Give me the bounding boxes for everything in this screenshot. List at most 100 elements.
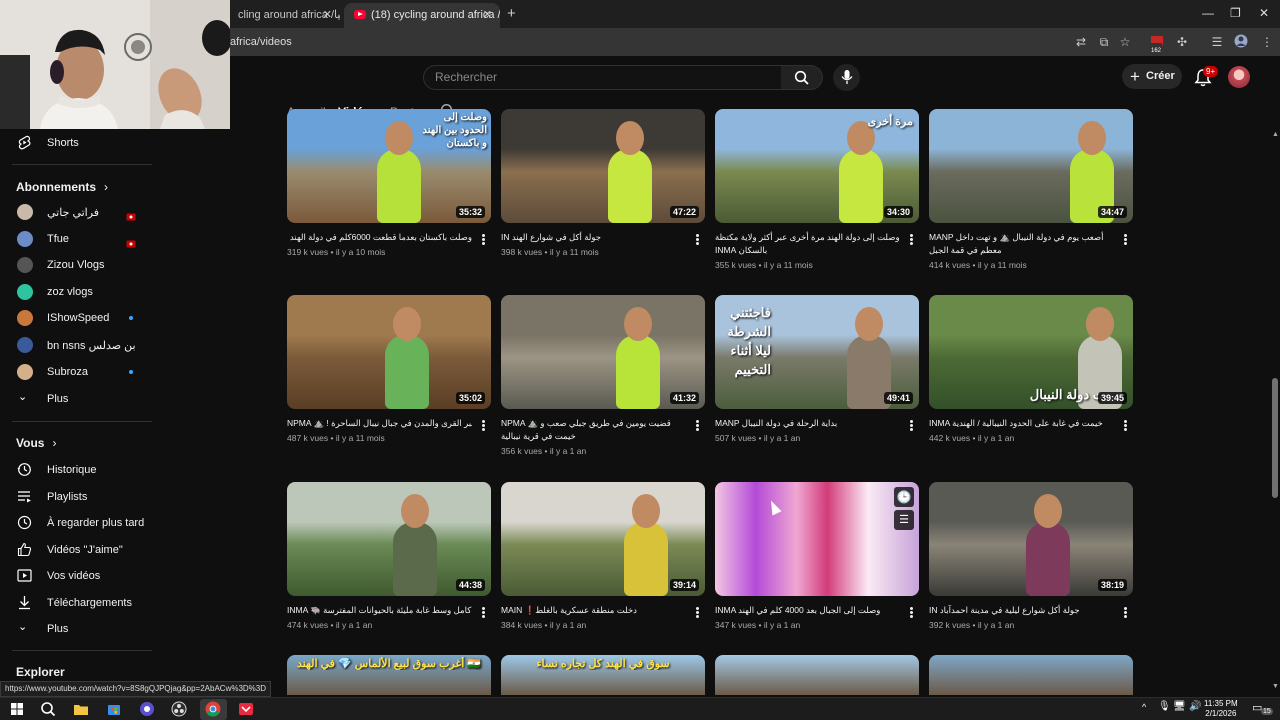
scroll-down-arrow-icon[interactable]: ▼ [1272, 683, 1279, 690]
account-avatar[interactable] [1228, 66, 1250, 88]
webcam-overlay [0, 0, 230, 129]
install-app-icon[interactable]: ⧉ [1096, 34, 1112, 50]
microphone-tray-icon[interactable]: 🎙 [1158, 701, 1171, 712]
video-title[interactable]: INMA وصلت إلى الجبال بعد 4000 كلم في اله… [715, 604, 900, 617]
windows-start-icon[interactable] [8, 700, 26, 718]
app-red-icon[interactable] [237, 700, 255, 718]
video-title[interactable]: جولة أكل في شوارع الهند IN [501, 231, 686, 244]
reading-list-icon[interactable]: ☰ [1209, 34, 1225, 50]
watch-later-icon[interactable]: 🕒 [894, 487, 914, 507]
extension-icon[interactable]: 162 [1149, 34, 1165, 59]
video-title[interactable]: INMA خيمت في غابة على الحدود النيبالية /… [929, 417, 1114, 430]
sidebar-item-history[interactable]: Historique [0, 457, 152, 483]
more-actions-icon[interactable] [696, 234, 699, 245]
video-title[interactable]: وصلت باكستان بعدما قطعت 6000كلم في دولة … [287, 231, 472, 244]
file-explorer-icon[interactable] [72, 700, 90, 718]
add-to-queue-icon[interactable]: ☰ [894, 510, 914, 530]
video-thumbnail[interactable]: 39:14 [501, 482, 705, 596]
video-title[interactable]: NPMA ⛰️ قضيت يومين في طريق جبلي صعب و خي… [501, 417, 686, 443]
obs-icon[interactable] [170, 700, 188, 718]
you-heading[interactable]: Vous › [16, 436, 56, 450]
video-thumbnail[interactable]: ت دولة النيبال 39:45 [929, 295, 1133, 409]
browser-tab-active[interactable]: (18) cycling around africa /يفريقيا ✕ [344, 3, 500, 28]
more-actions-icon[interactable] [910, 607, 913, 618]
system-clock[interactable]: 11:35 PM 2/1/2026 [1204, 699, 1238, 719]
video-thumbnail[interactable]: 34:47 [929, 109, 1133, 223]
sidebar-item-subscription[interactable]: فراتي جاتي [0, 199, 152, 225]
sidebar-item-subscription[interactable]: zoz vlogs [0, 279, 152, 305]
profile-icon[interactable] [1233, 34, 1249, 50]
store-icon[interactable] [105, 700, 123, 718]
more-actions-icon[interactable] [1124, 607, 1127, 618]
video-title[interactable]: INMA 🐃 يوم كامل وسط غابة مليئة بالحيوانا… [287, 604, 472, 617]
app-icon[interactable] [138, 700, 156, 718]
video-title[interactable]: IN جولة أكل شوارع ليلية في مدينة احمدآبا… [929, 604, 1114, 617]
sidebar-item-subscription[interactable]: Zizou Vlogs [0, 252, 152, 278]
video-thumbnail[interactable]: 🕒 ☰ [715, 482, 919, 596]
video-thumbnail[interactable]: 47:22 [501, 109, 705, 223]
video-thumbnail[interactable]: 44:38 [287, 482, 491, 596]
sidebar-item-you-more[interactable]: ⌄ Plus [0, 616, 152, 642]
more-actions-icon[interactable] [482, 607, 485, 618]
video-thumbnail[interactable]: وصلت إلى الحدود بين الهند و باكستان 35:32 [287, 109, 491, 223]
more-actions-icon[interactable] [910, 234, 913, 245]
video-title[interactable]: MAIN ❗دخلت منطقة عسكرية بالغلط [501, 604, 686, 617]
translate-icon[interactable]: ⇄ [1073, 34, 1089, 50]
video-thumbnail-partial[interactable]: سوق في الهند كل تجاره نساء [501, 655, 705, 695]
sidebar-item-subscription[interactable]: Subroza [0, 359, 152, 385]
close-window-icon[interactable]: ✕ [1259, 6, 1269, 20]
extensions-puzzle-icon[interactable]: ✣ [1174, 34, 1190, 50]
video-thumbnail[interactable]: مرة أخرى 34:30 [715, 109, 919, 223]
minimize-icon[interactable]: — [1202, 6, 1214, 20]
more-actions-icon[interactable] [482, 420, 485, 431]
more-actions-icon[interactable] [696, 607, 699, 618]
new-tab-button[interactable]: + [507, 5, 516, 22]
sidebar-item-subscription[interactable]: Tfue [0, 226, 152, 252]
video-title[interactable]: وصلت إلى دولة الهند مرة أخرى عبر أكثر ول… [715, 231, 900, 257]
search-icon[interactable] [39, 700, 57, 718]
tray-chevron-icon[interactable]: ^ [1142, 702, 1146, 712]
video-title[interactable]: MANP بداية الرحلة في دولة النيبال [715, 417, 900, 430]
more-menu-icon[interactable]: ⋮ [1259, 34, 1275, 50]
close-icon[interactable]: ✕ [483, 3, 492, 28]
sidebar-item-playlists[interactable]: Playlists [0, 484, 152, 510]
sidebar-item-label: Playlists [47, 491, 88, 503]
scrollbar-thumb[interactable] [1272, 378, 1278, 498]
volume-icon[interactable]: 🔊 [1189, 701, 1201, 712]
sidebar-item-subscription[interactable]: IShowSpeed [0, 305, 152, 331]
video-thumbnail-partial[interactable]: 🇮🇳 أغرب سوق لبيع الألماس 💎 في الهند [287, 655, 491, 695]
video-thumbnail[interactable]: فاجئتني الشرطة ليلا أثناء التخييم 49:41 [715, 295, 919, 409]
chrome-icon[interactable] [204, 700, 222, 718]
video-thumbnail[interactable]: 38:19 [929, 482, 1133, 596]
sidebar-item-liked[interactable]: Vidéos "J'aime" [0, 537, 152, 563]
bookmark-star-icon[interactable]: ☆ [1117, 34, 1133, 50]
more-actions-icon[interactable] [482, 234, 485, 245]
video-title[interactable]: MANP أصعب يوم في دولة النيبال ⛰️ و تهت د… [929, 231, 1114, 257]
network-icon[interactable]: 🖥 [1173, 701, 1186, 712]
video-thumbnail-partial[interactable] [929, 655, 1133, 695]
more-actions-icon[interactable] [1124, 420, 1127, 431]
sidebar-item-subs-more[interactable]: ⌄ Plus [0, 386, 152, 412]
sidebar-item-your-videos[interactable]: Vos vidéos [0, 563, 152, 589]
video-thumbnail-partial[interactable] [715, 655, 919, 695]
video-thumbnail[interactable]: 41:32 [501, 295, 705, 409]
more-actions-icon[interactable] [1124, 234, 1127, 245]
sidebar-item-downloads[interactable]: Téléchargements [0, 590, 152, 616]
url-text[interactable]: africa/videos [230, 36, 292, 48]
restore-icon[interactable]: ❐ [1230, 6, 1241, 20]
sidebar-item-subscription[interactable]: bn nsns بن صدلس [0, 332, 152, 358]
create-button[interactable]: + Créer [1122, 64, 1182, 89]
close-icon[interactable]: ✕ [323, 3, 332, 28]
search-button[interactable] [781, 65, 823, 90]
sidebar-item-shorts[interactable]: Shorts [0, 130, 152, 156]
subscriptions-heading[interactable]: Abonnements › [16, 180, 108, 194]
more-actions-icon[interactable] [910, 420, 913, 431]
video-title[interactable]: NPMA ⛰️ ! رحلة عبر القرى والمدن في جبال … [287, 417, 472, 430]
search-input[interactable]: Rechercher [423, 65, 782, 90]
more-actions-icon[interactable] [696, 420, 699, 431]
video-thumbnail[interactable]: 35:02 [287, 295, 491, 409]
sidebar-item-watch-later[interactable]: À regarder plus tard [0, 510, 152, 536]
browser-tab[interactable]: cling around africa /يفريقيا ✕ [228, 3, 340, 28]
voice-search-button[interactable] [833, 64, 860, 91]
scroll-up-arrow-icon[interactable]: ▲ [1272, 131, 1279, 138]
